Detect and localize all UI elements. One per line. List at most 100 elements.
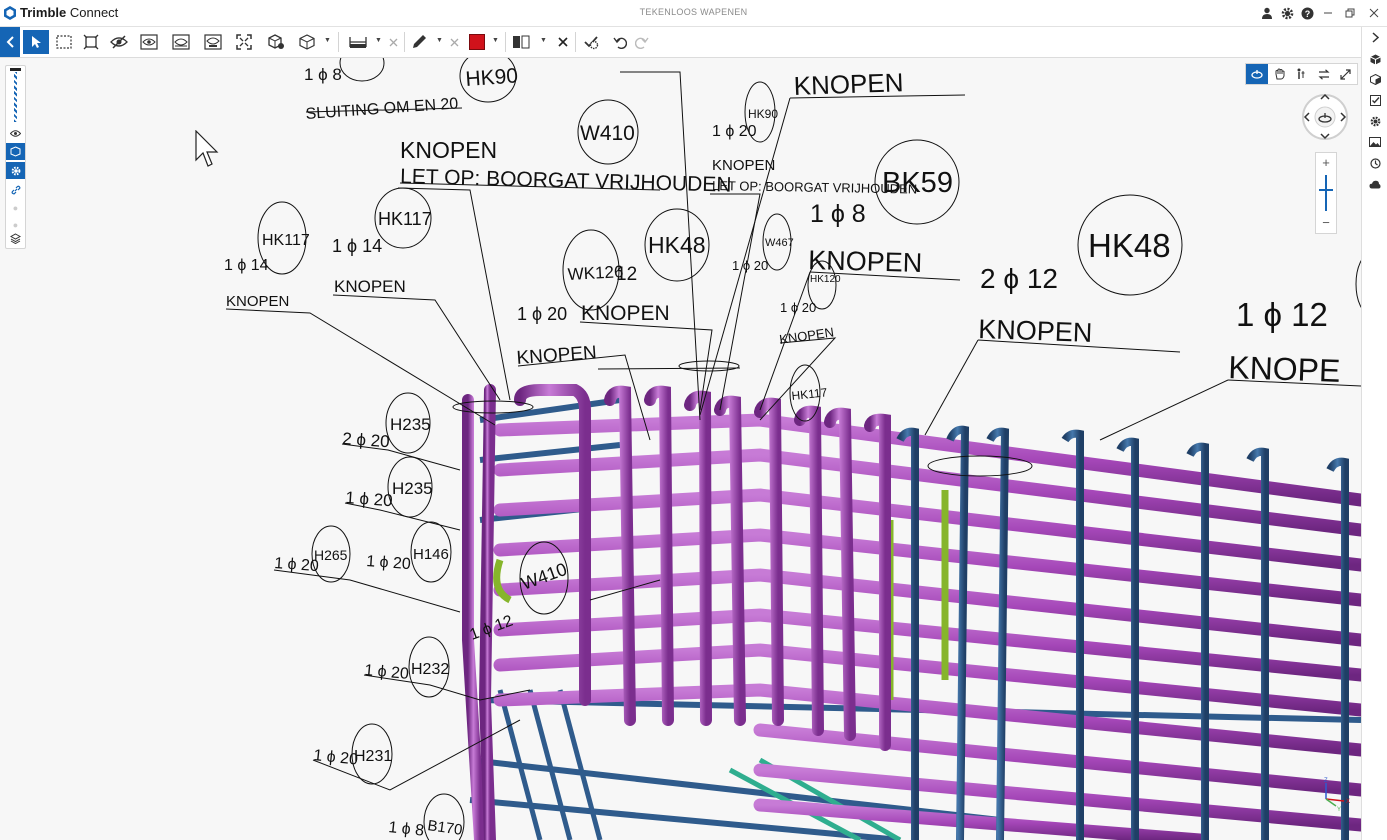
- annotation-label: KNOPE: [1228, 349, 1341, 389]
- annotation-label: KNOPEN: [334, 277, 406, 296]
- slider-handle[interactable]: [10, 68, 21, 124]
- eye-icon[interactable]: [6, 125, 25, 142]
- gear-icon[interactable]: [1277, 0, 1297, 26]
- zoom-slider-thumb[interactable]: [1319, 189, 1333, 191]
- fit-view-icon[interactable]: [233, 30, 255, 54]
- rebar-model-canvas[interactable]: SLUITING OM EN 20 KNOPEN LET OP: BOORGAT…: [0, 58, 1361, 840]
- help-icon[interactable]: ?: [1297, 0, 1317, 26]
- toolbar-separator: [575, 32, 576, 52]
- redo-icon[interactable]: [632, 30, 652, 54]
- select-icon[interactable]: [23, 30, 49, 54]
- stack-icon[interactable]: [6, 230, 25, 247]
- zoom-in-button[interactable]: +: [1316, 155, 1336, 170]
- marker-label: H235: [392, 479, 433, 498]
- annotation-quantity: 2 ϕ 20: [342, 429, 391, 451]
- annotation-quantity: 1 ϕ 20: [732, 258, 768, 273]
- minimize-icon[interactable]: [1317, 0, 1339, 26]
- annotation-quantity: 1 ϕ 20: [364, 662, 410, 683]
- object-3d-icon[interactable]: [264, 30, 288, 54]
- clear-markup-icon[interactable]: [447, 30, 461, 54]
- fit-selection-icon[interactable]: [80, 30, 102, 54]
- history-icon[interactable]: [1362, 153, 1387, 173]
- settings-icon[interactable]: [1362, 111, 1387, 131]
- annotation-quantity: 2 ϕ 12: [980, 263, 1058, 294]
- section-dropdown-icon[interactable]: ▼: [540, 37, 547, 44]
- annotation-label: KNOPEN: [516, 342, 598, 369]
- navigation-compass[interactable]: [1297, 91, 1353, 143]
- show-all-icon[interactable]: [138, 30, 160, 54]
- window-controls: ?: [1257, 0, 1387, 26]
- isolate-icon[interactable]: [170, 30, 192, 54]
- annotation-label: KNOPEN: [226, 293, 289, 310]
- section-plane-icon[interactable]: [510, 30, 532, 54]
- hide-icon[interactable]: [108, 30, 130, 54]
- cube-icon[interactable]: [1362, 49, 1387, 69]
- marker-label: HK48: [1088, 227, 1171, 264]
- zoom-track[interactable]: [1325, 175, 1327, 211]
- close-icon[interactable]: [1361, 0, 1387, 26]
- expand-right-icon[interactable]: [1362, 27, 1387, 47]
- pan-icon[interactable]: [1268, 64, 1290, 84]
- orbit-icon[interactable]: [1246, 64, 1269, 84]
- walk-icon[interactable]: [1290, 64, 1312, 84]
- undo-icon[interactable]: [610, 30, 630, 54]
- marker-label: HK90: [465, 64, 519, 91]
- marker-label: H235: [390, 415, 431, 434]
- axis-x-label: X: [1346, 799, 1350, 805]
- measure-dropdown-icon[interactable]: ▼: [375, 37, 382, 44]
- model-viewport[interactable]: SLUITING OM EN 20 KNOPEN LET OP: BOORGAT…: [0, 58, 1361, 840]
- navigation-toolbar: [1245, 63, 1358, 85]
- cloud-icon[interactable]: [1362, 174, 1387, 194]
- annotation-quantity: 1 ϕ 20: [712, 123, 757, 140]
- right-side-panel: [1361, 27, 1387, 840]
- layer-box-icon[interactable]: [6, 143, 25, 160]
- pen-dropdown-icon[interactable]: ▼: [436, 37, 443, 44]
- marker-label: H146: [413, 546, 449, 563]
- fullscreen-icon[interactable]: [1335, 64, 1357, 84]
- visibility-icon[interactable]: [202, 30, 224, 54]
- settings-check-icon[interactable]: [580, 30, 602, 54]
- marker-label: H232: [411, 661, 449, 678]
- marker-label: HK117: [791, 385, 828, 403]
- annotation-quantity: 1 ϕ 14: [332, 236, 382, 256]
- annotation-quantity: 1 ϕ 20: [517, 304, 567, 324]
- zoom-control: + −: [1315, 152, 1337, 234]
- marker-label: HK90: [748, 107, 778, 121]
- title-bar: Trimble Connect TEKENLOOS WAPENEN ?: [0, 0, 1387, 27]
- restore-icon[interactable]: [1339, 0, 1361, 26]
- link-icon[interactable]: [6, 181, 25, 198]
- annotation-quantity: 1 ϕ 20: [366, 553, 412, 573]
- box-select-icon[interactable]: [53, 30, 75, 54]
- swap-icon[interactable]: [1313, 64, 1335, 84]
- marker-label: WK126: [567, 262, 624, 284]
- annotation-quantity: 1 ϕ 8: [388, 819, 425, 840]
- annotation-label: KNOPEN: [400, 137, 497, 163]
- annotation-label: KNOPEN: [778, 324, 834, 346]
- gear-icon[interactable]: [6, 162, 25, 179]
- view-cube-dropdown-icon[interactable]: ▼: [324, 37, 331, 44]
- annotation-label: KNOPEN: [581, 302, 670, 325]
- zoom-out-button[interactable]: −: [1316, 215, 1336, 230]
- user-icon[interactable]: [1257, 0, 1277, 26]
- marker-label: H265: [314, 547, 348, 563]
- collapse-left-icon[interactable]: [0, 27, 20, 57]
- clear-measure-icon[interactable]: [386, 30, 400, 54]
- axis-y-label: Y: [1337, 807, 1341, 813]
- markup-pen-icon[interactable]: [408, 30, 430, 54]
- image-icon[interactable]: [1362, 132, 1387, 152]
- marker-label: W410: [580, 122, 635, 145]
- marker-label: H231: [354, 748, 392, 765]
- measure-icon[interactable]: [346, 30, 370, 54]
- toolbar-separator: [338, 32, 339, 52]
- color-dropdown-icon[interactable]: ▼: [492, 37, 499, 44]
- todo-icon[interactable]: [1362, 90, 1387, 110]
- mouse-cursor-icon: [195, 130, 219, 167]
- color-swatch[interactable]: [467, 30, 487, 54]
- annotation-label: KNOPEN: [793, 67, 904, 101]
- model-icon[interactable]: [1362, 69, 1387, 89]
- annotation-quantity: 1 ϕ 20: [313, 747, 359, 769]
- clear-section-icon[interactable]: [556, 30, 570, 54]
- annotation-quantity: 1 ϕ 12: [1236, 296, 1328, 333]
- view-cube-icon[interactable]: [296, 30, 318, 54]
- marker-label: BK59: [882, 167, 953, 199]
